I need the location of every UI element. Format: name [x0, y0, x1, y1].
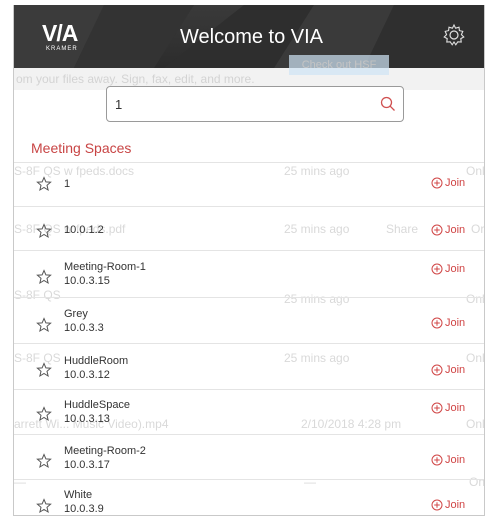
join-button[interactable]: Join: [431, 454, 465, 466]
room-ip: 10.0.3.12: [64, 369, 110, 381]
list-item[interactable]: 1 Join: [14, 162, 484, 207]
join-label: Join: [445, 263, 466, 275]
join-label: Join: [445, 177, 466, 189]
room-name: 1: [64, 178, 71, 190]
list-item[interactable]: HuddleSpace 10.0.3.13 Join: [14, 390, 484, 435]
join-button[interactable]: Join: [431, 224, 465, 236]
star-icon[interactable]: [36, 176, 52, 192]
join-button[interactable]: Join: [431, 263, 465, 275]
plus-circle-icon: [431, 263, 443, 275]
join-button[interactable]: Join: [431, 499, 465, 511]
room-ip: 10.0.3.13: [64, 413, 110, 425]
star-icon[interactable]: [36, 453, 52, 469]
section-title: Meeting Spaces: [31, 140, 132, 156]
ghost-banner-button: Check out HSF: [289, 55, 389, 75]
room-name: HuddleSpace: [64, 399, 131, 411]
plus-circle-icon: [431, 317, 443, 329]
logo-text: V/A: [42, 20, 78, 46]
room-ip: 10.0.3.3: [64, 322, 104, 334]
logo-subtext: KRAMER: [46, 46, 78, 52]
ghost-banner-text: om your files away. Sign, fax, edit, and…: [16, 72, 255, 86]
list-item[interactable]: 10.0.1.2 Join: [14, 207, 484, 251]
star-icon[interactable]: [36, 362, 52, 378]
plus-circle-icon: [431, 364, 443, 376]
join-button[interactable]: Join: [431, 402, 465, 414]
join-label: Join: [445, 454, 466, 466]
plus-circle-icon: [431, 177, 443, 189]
star-icon[interactable]: [36, 223, 52, 239]
join-label: Join: [445, 317, 466, 329]
room-name: HuddleRoom: [64, 355, 129, 367]
room-name: White: [64, 489, 93, 501]
star-icon[interactable]: [36, 498, 52, 514]
room-name: Meeting-Room-1: [64, 261, 146, 273]
app-title: Welcome to VIA: [180, 26, 324, 48]
star-icon[interactable]: [36, 317, 52, 333]
room-ip: 10.0.1.2: [64, 224, 104, 236]
search-box[interactable]: [106, 86, 404, 122]
star-icon[interactable]: [36, 406, 52, 422]
plus-circle-icon: [431, 499, 443, 511]
via-window: V/A KRAMER Welcome to VIA om your files …: [13, 5, 485, 516]
meeting-spaces-list: 1 Join 10.0.1.2 Join Meeting-Room-1 10.0…: [14, 162, 484, 515]
list-item[interactable]: Grey 10.0.3.3 Join: [14, 298, 484, 344]
room-ip: 10.0.3.9: [64, 503, 104, 515]
via-logo: V/A KRAMER: [42, 20, 82, 58]
plus-circle-icon: [431, 402, 443, 414]
join-button[interactable]: Join: [431, 364, 465, 376]
search-icon[interactable]: [379, 95, 397, 113]
room-name: Meeting-Room-2: [64, 445, 146, 457]
join-label: Join: [445, 499, 466, 511]
join-label: Join: [445, 402, 466, 414]
room-ip: 10.0.3.17: [64, 459, 110, 471]
list-item[interactable]: HuddleRoom 10.0.3.12 Join: [14, 344, 484, 390]
join-label: Join: [445, 364, 466, 376]
list-item[interactable]: Meeting-Room-1 10.0.3.15 Join: [14, 251, 484, 298]
plus-circle-icon: [431, 224, 443, 236]
join-button[interactable]: Join: [431, 317, 465, 329]
room-name: Grey: [64, 308, 88, 320]
join-button[interactable]: Join: [431, 177, 465, 189]
app-header: V/A KRAMER Welcome to VIA: [14, 5, 484, 68]
list-item[interactable]: Meeting-Room-2 10.0.3.17 Join: [14, 435, 484, 480]
star-icon[interactable]: [36, 269, 52, 285]
join-label: Join: [445, 224, 466, 236]
settings-gear-icon[interactable]: [442, 23, 466, 47]
plus-circle-icon: [431, 454, 443, 466]
list-item[interactable]: White 10.0.3.9 Join: [14, 480, 484, 515]
room-ip: 10.0.3.15: [64, 275, 110, 287]
search-input[interactable]: [113, 93, 377, 115]
